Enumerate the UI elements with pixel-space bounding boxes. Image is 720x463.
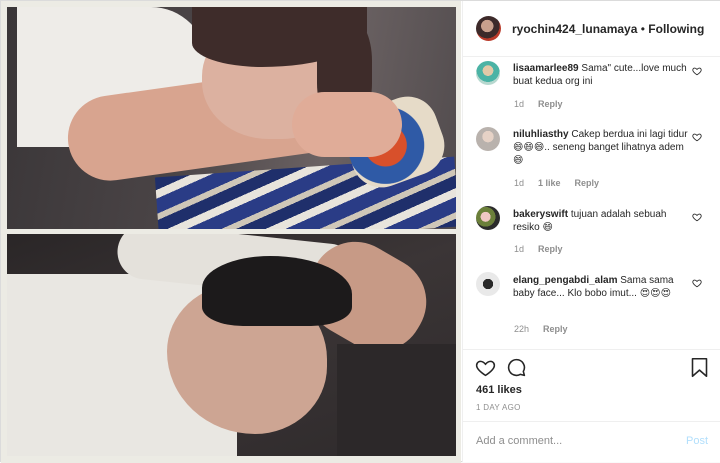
author-username[interactable]: ryochin424_lunamaya bbox=[512, 22, 637, 36]
commenter-username[interactable]: lisaamarlee89 bbox=[513, 63, 579, 74]
post-actions: 461 likes 1 DAY AGO bbox=[463, 349, 720, 422]
post-header: ryochin424_lunamaya • Following bbox=[463, 1, 720, 57]
comment-meta: 1d 1 like Reply bbox=[514, 178, 613, 188]
commenter-avatar[interactable] bbox=[476, 206, 500, 230]
reply-button[interactable]: Reply bbox=[538, 99, 563, 109]
comment-time[interactable]: 1d bbox=[514, 244, 524, 254]
commenter-username[interactable]: elang_pengabdi_alam bbox=[513, 275, 617, 286]
comment-item: bakeryswift tujuan adalah sebuah resiko … bbox=[463, 203, 720, 263]
small-heart-icon[interactable] bbox=[692, 278, 702, 288]
heart-icon[interactable] bbox=[475, 357, 496, 378]
commenter-username[interactable]: bakeryswift bbox=[513, 209, 568, 220]
comment-meta: 22h Reply bbox=[514, 324, 582, 334]
comment-bubble-icon[interactable] bbox=[506, 357, 527, 378]
add-comment-bar: Post bbox=[463, 421, 720, 463]
reply-button[interactable]: Reply bbox=[543, 324, 568, 334]
bookmark-icon[interactable] bbox=[690, 357, 709, 378]
photo-sleeping-woman bbox=[7, 7, 456, 229]
photo-sleeping-man bbox=[7, 234, 456, 456]
comment-item: niluhliasthy Cakep berdua ini lagi tidur… bbox=[463, 123, 720, 197]
like-count[interactable]: 461 likes bbox=[476, 384, 522, 396]
small-heart-icon[interactable] bbox=[692, 212, 702, 222]
author-avatar[interactable] bbox=[476, 16, 501, 41]
post-timestamp[interactable]: 1 DAY AGO bbox=[476, 403, 521, 412]
comment-item: elang_pengabdi_alam Sama sama baby face.… bbox=[463, 269, 720, 345]
following-button[interactable]: Following bbox=[648, 22, 704, 36]
commenter-username[interactable]: niluhliasthy bbox=[513, 129, 569, 140]
commenter-avatar[interactable] bbox=[476, 127, 500, 151]
comment-like-count[interactable]: 1 like bbox=[538, 178, 561, 188]
comment-text: niluhliasthy Cakep berdua ini lagi tidur… bbox=[513, 128, 688, 167]
small-heart-icon[interactable] bbox=[692, 132, 702, 142]
comment-time[interactable]: 1d bbox=[514, 99, 524, 109]
comment-item: lisaamarlee89 Sama" cute...love much bua… bbox=[463, 57, 720, 119]
comment-time[interactable]: 22h bbox=[514, 324, 529, 334]
comment-text: elang_pengabdi_alam Sama sama baby face.… bbox=[513, 274, 688, 300]
comment-text: bakeryswift tujuan adalah sebuah resiko … bbox=[513, 208, 688, 234]
comments-list[interactable]: lisaamarlee89 Sama" cute...love much bua… bbox=[463, 57, 720, 349]
comment-text: lisaamarlee89 Sama" cute...love much bua… bbox=[513, 62, 688, 88]
comment-meta: 1d Reply bbox=[514, 99, 577, 109]
commenter-avatar[interactable] bbox=[476, 61, 500, 85]
post-button[interactable]: Post bbox=[686, 435, 708, 447]
post-sidebar: ryochin424_lunamaya • Following lisaamar… bbox=[462, 1, 720, 462]
post-window: ryochin424_lunamaya • Following lisaamar… bbox=[0, 0, 720, 463]
small-heart-icon[interactable] bbox=[692, 66, 702, 76]
post-media[interactable] bbox=[1, 1, 461, 463]
comment-meta: 1d Reply bbox=[514, 244, 577, 254]
reply-button[interactable]: Reply bbox=[538, 244, 563, 254]
header-text: ryochin424_lunamaya • Following bbox=[512, 22, 704, 36]
header-separator: • bbox=[640, 22, 645, 36]
reply-button[interactable]: Reply bbox=[575, 178, 600, 188]
commenter-avatar[interactable] bbox=[476, 272, 500, 296]
comment-time[interactable]: 1d bbox=[514, 178, 524, 188]
comment-input[interactable] bbox=[476, 435, 666, 447]
